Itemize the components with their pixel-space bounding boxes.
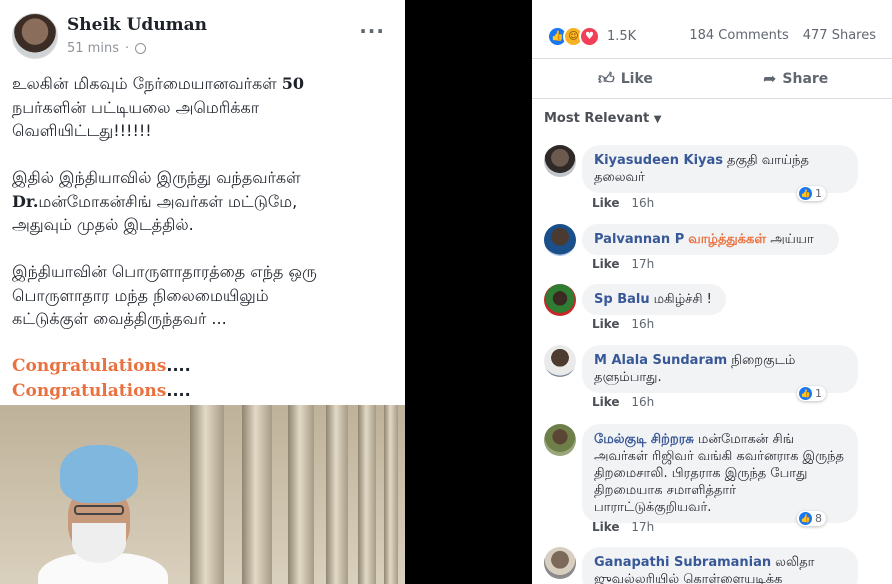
reaction-summary[interactable]: 👍 ☺ ♥ 1.5K <box>547 26 636 47</box>
comment-reactions[interactable]: 👍 8 <box>797 511 826 526</box>
comment-time[interactable]: 16h <box>631 196 654 210</box>
comment-reactions[interactable]: 👍 1 <box>797 386 826 401</box>
post-line: வெளியிட்டது!!!!!! <box>12 121 152 140</box>
post-line: பொருளாதார மந்த நிலைமையிலும் <box>12 285 269 305</box>
share-arrow-icon: ➦ <box>763 69 777 88</box>
reaction-stats: 👍 ☺ ♥ 1.5K 184 Comments 477 Shares <box>532 0 892 59</box>
post-panel: Sheik Uduman 51 mins · ··· உலகின் மிகவும… <box>0 0 405 584</box>
post-actions: 👍︎ Like ➦ Share <box>532 58 892 99</box>
commenter-avatar[interactable] <box>544 345 576 377</box>
comment-bubble: மேல்குடி சிற்றரசு மன்மோகன் சிங் அவர்கள் ர… <box>582 424 858 523</box>
post-line: உலகின் மிகவும் நேர்மையானவர்கள் 50 <box>12 74 305 93</box>
love-reaction-icon: ♥ <box>579 26 600 47</box>
person-figure <box>38 435 168 584</box>
like-reaction-icon: 👍 <box>799 387 812 400</box>
sort-dropdown[interactable]: Most Relevant ▼ <box>544 111 661 126</box>
post-photo[interactable] <box>0 405 405 584</box>
commenter-name[interactable]: Sp Balu <box>594 292 650 307</box>
like-reaction-icon: 👍 <box>799 512 812 525</box>
post-line: அதுவும் முதல் இடத்தில். <box>12 215 194 234</box>
shares-count[interactable]: 477 Shares <box>803 28 876 43</box>
comments-panel: 👍 ☺ ♥ 1.5K 184 Comments 477 Shares 👍︎ Li… <box>532 0 892 584</box>
comment-links: Like 16h <box>592 317 654 331</box>
commenter-name[interactable]: Kiyasudeen Kiyas <box>594 153 723 168</box>
comment-bubble: Sp Balu மகிழ்ச்சி ! <box>582 284 726 315</box>
comment-like-link[interactable]: Like <box>592 257 620 271</box>
comment-like-link[interactable]: Like <box>592 196 620 210</box>
commenter-name[interactable]: Ganapathi Subramanian <box>594 555 771 570</box>
comment-reactions[interactable]: 👍 1 <box>797 186 826 201</box>
comment-time[interactable]: 17h <box>631 257 654 271</box>
comment-time[interactable]: 16h <box>631 395 654 409</box>
share-button[interactable]: ➦ Share <box>763 69 828 88</box>
comment-like-link[interactable]: Like <box>592 520 620 534</box>
globe-icon <box>135 43 147 54</box>
comment-reaction-count: 1 <box>815 387 822 400</box>
post-line: Dr.மன்மோகன்சிங் அவர்கள் மட்டுமே, <box>12 191 298 211</box>
reaction-count: 1.5K <box>607 29 637 44</box>
thumb-up-icon: 👍︎ <box>598 69 615 88</box>
sort-label: Most Relevant <box>544 111 650 126</box>
meta-separator: · <box>124 41 130 56</box>
comment-links: Like 16h <box>592 196 654 210</box>
comment-links: Like 17h <box>592 257 654 271</box>
post-line: நபர்களின் பட்டியலை அமெரிக்கா <box>12 97 260 117</box>
share-label: Share <box>782 70 829 87</box>
comment-time[interactable]: 16h <box>631 317 654 331</box>
comment-links: Like 16h <box>592 395 654 409</box>
comment-reaction-count: 1 <box>815 187 822 200</box>
post-header: Sheik Uduman 51 mins · ··· <box>12 13 395 63</box>
post-body: உலகின் மிகவும் நேர்மையானவர்கள் 50 நபர்கள… <box>12 72 397 403</box>
commenter-name[interactable]: மேல்குடி சிற்றரசு <box>594 432 694 447</box>
author-avatar[interactable] <box>12 13 58 59</box>
like-button[interactable]: 👍︎ Like <box>598 69 653 89</box>
author-name[interactable]: Sheik Uduman <box>67 15 207 35</box>
comment-text: அய்யா <box>770 232 814 247</box>
post-line: இதில் இந்தியாவில் இருந்து வந்தவர்கள் <box>12 168 301 187</box>
post-time[interactable]: 51 mins <box>67 41 119 56</box>
more-options-icon[interactable]: ··· <box>359 19 385 43</box>
comment-links: Like 17h <box>592 520 654 534</box>
commenter-avatar[interactable] <box>544 424 576 456</box>
comment-like-link[interactable]: Like <box>592 395 620 409</box>
like-reaction-icon: 👍 <box>799 187 812 200</box>
comment-highlight: வாழ்த்துக்கள் <box>688 232 767 247</box>
commenter-avatar[interactable] <box>544 145 576 177</box>
comment-time[interactable]: 17h <box>631 520 654 534</box>
caret-down-icon: ▼ <box>653 114 662 125</box>
commenter-avatar[interactable] <box>544 547 576 579</box>
comment-text: மகிழ்ச்சி ! <box>653 292 712 307</box>
comment-reaction-count: 8 <box>815 512 822 525</box>
commenter-avatar[interactable] <box>544 284 576 316</box>
comment-like-link[interactable]: Like <box>592 317 620 331</box>
comment-share-summary: 184 Comments 477 Shares <box>689 28 876 43</box>
post-line: கட்டுக்குள் வைத்திருந்தவர் ... <box>12 309 227 328</box>
post-line: இந்தியாவின் பொருளாதாரத்தை எந்த ஒரு <box>12 262 317 281</box>
like-label: Like <box>620 71 653 87</box>
comment-bubble: Ganapathi Subramanian லலிதா ஜுவல்லரியில் … <box>582 547 858 584</box>
commenter-avatar[interactable] <box>544 224 576 256</box>
comments-count[interactable]: 184 Comments <box>689 28 788 43</box>
post-meta: 51 mins · <box>67 41 147 56</box>
commenter-name[interactable]: Palvannan P <box>594 232 684 247</box>
commenter-name[interactable]: M Alala Sundaram <box>594 353 727 368</box>
comment-bubble: Palvannan P வாழ்த்துக்கள் அய்யா <box>582 224 839 255</box>
congrats-line: Congratulations.... <box>12 380 191 401</box>
congrats-line: Congratulations.... <box>12 356 191 376</box>
